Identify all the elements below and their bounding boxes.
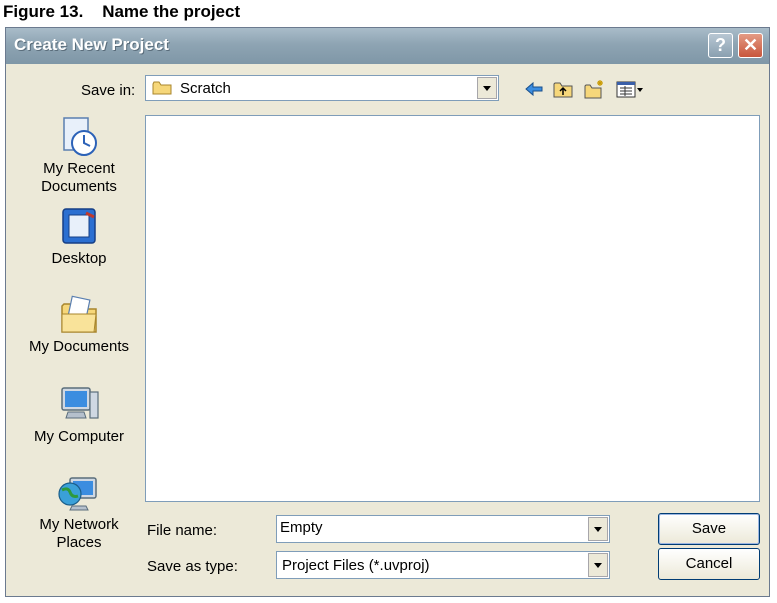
- place-my-documents[interactable]: My Documents: [18, 292, 140, 356]
- save-as-type-value: Project Files (*.uvproj): [282, 557, 430, 574]
- place-label: My Network Places: [39, 516, 119, 551]
- place-label: My Computer: [33, 428, 125, 445]
- recent-documents-icon: [63, 117, 97, 156]
- place-my-computer[interactable]: My Computer: [18, 382, 140, 446]
- my-computer-icon: [61, 387, 99, 419]
- new-folder-icon[interactable]: [583, 78, 605, 100]
- close-x-icon: ✕: [742, 35, 759, 55]
- close-button[interactable]: ✕: [738, 33, 763, 58]
- chevron-down-icon: [594, 526, 602, 532]
- back-arrow-icon[interactable]: [523, 78, 545, 100]
- save-as-type-label: Save as type:: [147, 558, 238, 575]
- save-button[interactable]: Save: [658, 513, 760, 545]
- file-name-label: File name:: [147, 522, 218, 539]
- chevron-down-icon: [483, 85, 491, 91]
- file-name-combobox[interactable]: [276, 515, 610, 543]
- save-as-type-select[interactable]: Project Files (*.uvproj): [276, 551, 610, 579]
- file-name-dropdown-button[interactable]: [588, 517, 608, 541]
- up-one-level-icon[interactable]: [552, 78, 574, 100]
- question-mark-icon: ?: [715, 35, 726, 55]
- chevron-down-icon: [594, 562, 602, 568]
- save-in-value: Scratch: [180, 80, 231, 97]
- help-button[interactable]: ?: [708, 33, 733, 58]
- view-menu-icon[interactable]: [615, 78, 645, 100]
- create-project-dialog: Create New Project ? ✕ Save in: Scratch: [5, 27, 770, 597]
- save-as-type-dropdown-button[interactable]: [588, 553, 608, 577]
- title-bar[interactable]: Create New Project ? ✕: [6, 28, 769, 64]
- figure-caption: Figure 13. Name the project: [3, 2, 241, 21]
- my-documents-icon: [61, 295, 97, 333]
- save-in-label: Save in:: [81, 82, 136, 99]
- save-in-dropdown-button[interactable]: [477, 77, 497, 99]
- place-recent-documents[interactable]: My Recent Documents: [18, 114, 140, 196]
- place-label: My Recent Documents: [41, 160, 117, 195]
- save-in-dropdown[interactable]: Scratch: [145, 75, 499, 101]
- file-name-input[interactable]: [280, 519, 560, 536]
- file-list-view[interactable]: [145, 115, 760, 502]
- place-label: Desktop: [51, 250, 107, 267]
- place-desktop[interactable]: Desktop: [18, 204, 140, 268]
- folder-icon: [152, 81, 172, 95]
- dialog-title: Create New Project: [14, 35, 169, 54]
- place-network-places[interactable]: My Network Places: [18, 470, 140, 552]
- desktop-icon: [62, 208, 96, 244]
- cancel-button[interactable]: Cancel: [658, 548, 760, 580]
- place-label: My Documents: [28, 338, 130, 355]
- network-places-icon: [58, 477, 97, 511]
